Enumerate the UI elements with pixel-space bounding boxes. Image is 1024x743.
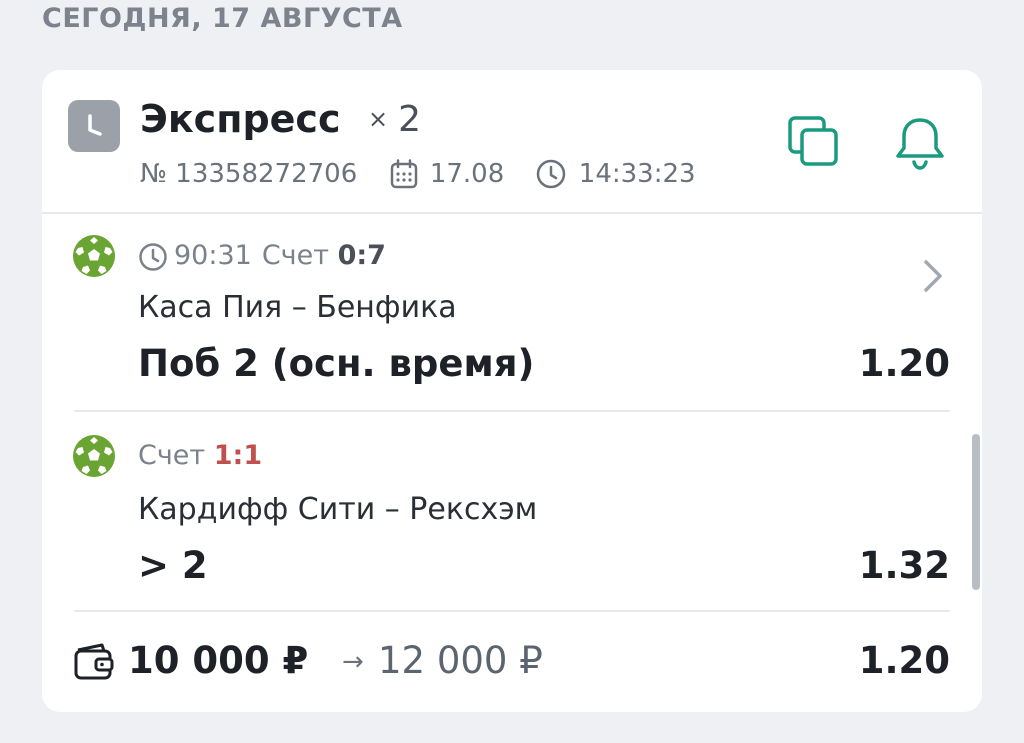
- event-teams: Каса Пия – Бенфика: [138, 290, 457, 325]
- soccer-ball-icon: [72, 234, 116, 278]
- bet-time: 14:33:23: [578, 158, 696, 189]
- event-odds: 1.32: [858, 544, 950, 587]
- match-clock-icon: [139, 242, 167, 271]
- score-label: Счет: [138, 440, 206, 471]
- bet-type-title: Экспресс: [140, 97, 341, 141]
- bet-card-header: Экспресс × 2 № 13358272706 17.08 14:33:2…: [42, 70, 982, 214]
- wallet-icon: [72, 640, 116, 684]
- bet-card[interactable]: Экспресс × 2 № 13358272706 17.08 14:33:2…: [42, 70, 982, 712]
- score-label: Счет: [261, 240, 329, 271]
- match-time: 90:31: [174, 240, 252, 271]
- multiplier-value: 2: [398, 99, 422, 140]
- scrollbar[interactable]: [972, 434, 980, 590]
- event-meta: 90:31 Счет 0:7: [138, 238, 386, 274]
- date-header: СЕГОДНЯ, 17 АВГУСТА: [42, 3, 403, 34]
- multiplier-sign: ×: [368, 105, 389, 133]
- event-meta: Счет 1:1: [138, 438, 262, 474]
- event-outcome: > 2: [138, 544, 208, 587]
- clock-icon: [68, 100, 120, 152]
- bet-footer: 10 000 ₽ → 12 000 ₽ 1.20: [42, 612, 982, 712]
- event-row[interactable]: Счет 1:1 Кардифф Сити – Рексхэм > 2 1.32: [42, 414, 982, 612]
- arrow-right-icon: →: [342, 647, 364, 677]
- payout-amount: 12 000 ₽: [378, 639, 543, 682]
- bet-date: 17.08: [429, 158, 505, 189]
- event-row[interactable]: 90:31 Счет 0:7 Каса Пия – Бенфика Поб 2 (…: [42, 212, 982, 412]
- score-value: 1:1: [213, 440, 263, 471]
- bet-multiplier: × 2: [368, 96, 421, 143]
- time-icon: [535, 155, 567, 193]
- divider: [74, 410, 950, 412]
- copy-icon[interactable]: [786, 114, 842, 170]
- score-value: 0:7: [337, 240, 386, 271]
- bell-icon[interactable]: [892, 114, 948, 172]
- stake-amount: 10 000 ₽: [128, 639, 309, 682]
- bet-number: № 13358272706: [140, 158, 358, 189]
- bet-meta-row: № 13358272706 17.08 14:33:23: [140, 154, 696, 192]
- total-odds: 1.20: [858, 639, 950, 682]
- calendar-icon: [390, 155, 418, 193]
- chevron-right-icon[interactable]: [918, 256, 948, 296]
- event-outcome: Поб 2 (осн. время): [138, 342, 535, 385]
- event-teams: Кардифф Сити – Рексхэм: [138, 492, 538, 527]
- event-odds: 1.20: [858, 342, 950, 385]
- soccer-ball-icon: [72, 434, 116, 478]
